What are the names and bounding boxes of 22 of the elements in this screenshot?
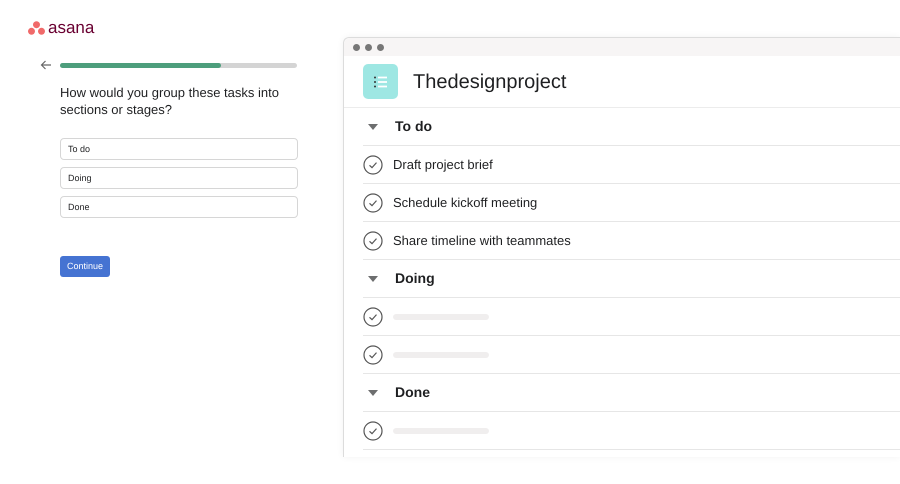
check-circle-icon[interactable] (363, 230, 383, 250)
check-circle-icon[interactable] (363, 192, 383, 212)
section-name-field[interactable]: Done (60, 196, 298, 218)
logo-text: asana (48, 18, 94, 38)
check-circle-icon[interactable] (363, 306, 383, 326)
logo-dots-icon (28, 21, 45, 35)
section-name-field[interactable]: To do (60, 138, 298, 160)
project-list-icon (363, 64, 398, 99)
task-title: Share timeline with teammates (393, 232, 571, 250)
task-title: Draft project brief (393, 156, 493, 174)
section-heading: To do (395, 117, 432, 136)
project-title: Thedesignproject (413, 70, 566, 94)
check-circle-icon[interactable] (363, 420, 383, 440)
task-title: Schedule kickoff meeting (393, 194, 538, 212)
check-circle-icon[interactable] (363, 344, 383, 364)
back-arrow-icon[interactable] (40, 60, 52, 70)
check-circle-icon[interactable] (363, 154, 383, 174)
section-name-field[interactable]: Doing (60, 167, 298, 189)
question-text: How would you group these tasks into sections or stages? (60, 84, 280, 118)
section-heading: Done (395, 383, 430, 402)
section-heading: Doing (395, 269, 435, 288)
continue-button[interactable]: Continue (60, 256, 110, 277)
